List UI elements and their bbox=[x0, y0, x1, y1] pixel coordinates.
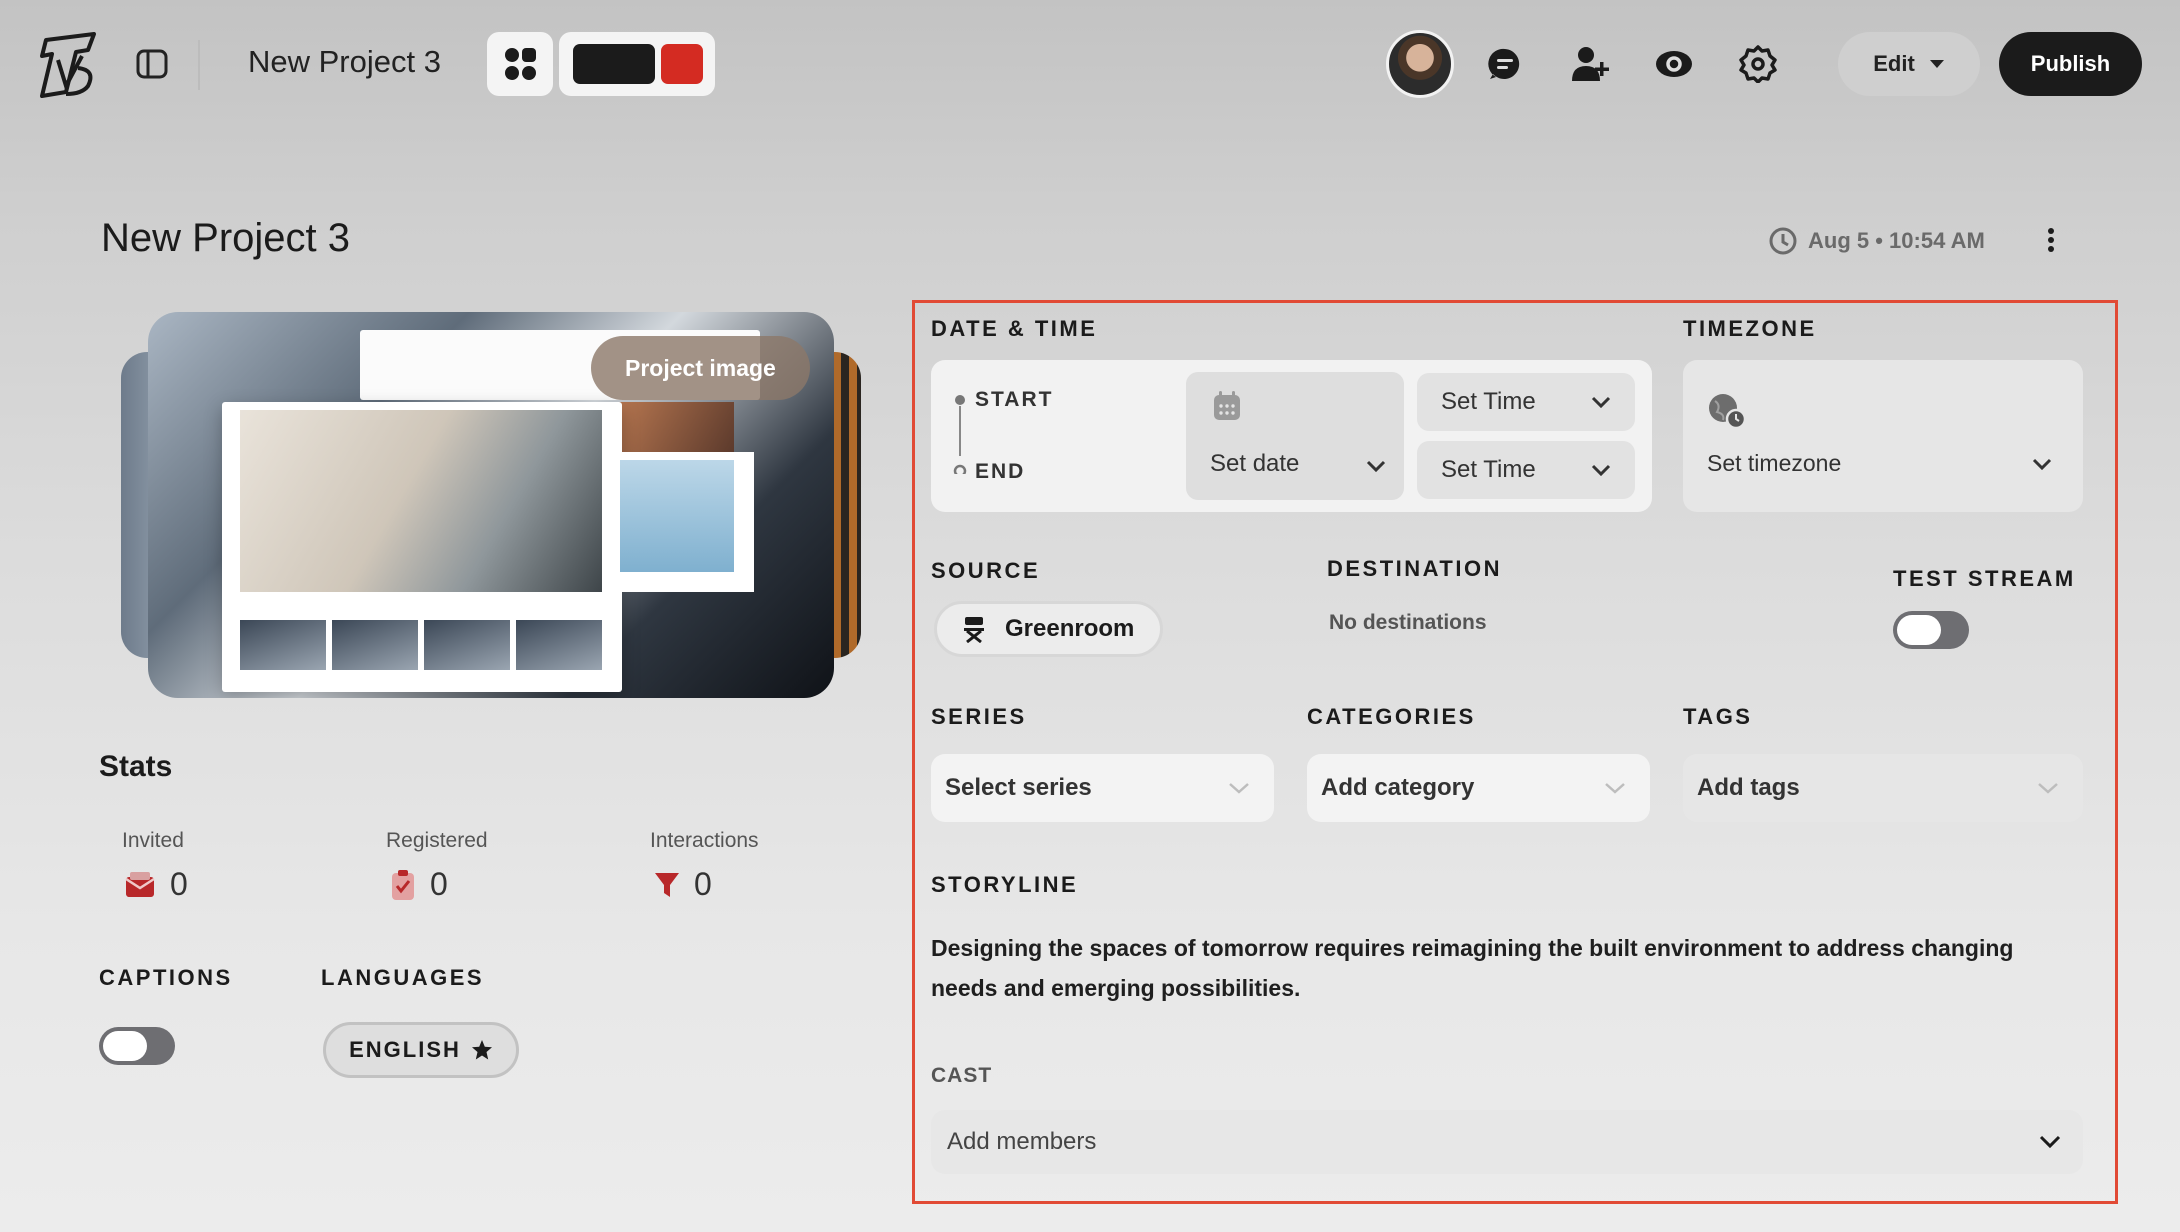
clock-icon bbox=[1769, 227, 1797, 255]
accent-color-swatch[interactable] bbox=[661, 44, 703, 84]
chat-icon[interactable] bbox=[1481, 40, 1529, 88]
mockup-thumb bbox=[614, 402, 734, 452]
timezone-label: TIMEZONE bbox=[1683, 316, 1817, 341]
calendar-icon bbox=[1214, 391, 1240, 420]
mockup-profile bbox=[614, 452, 754, 592]
chevron-down-icon bbox=[2032, 458, 2052, 470]
storyline-label: STORYLINE bbox=[931, 872, 1079, 897]
caret-down-icon bbox=[1929, 60, 1944, 68]
globe-clock-icon bbox=[1709, 394, 1747, 430]
series-label: SERIES bbox=[931, 704, 1027, 729]
layout-picker-button[interactable] bbox=[487, 32, 553, 96]
set-date-text: Set date bbox=[1210, 450, 1300, 477]
mockup-hero-image bbox=[240, 410, 602, 592]
cast-label: CAST bbox=[931, 1064, 993, 1087]
stat-interactions-value: 0 bbox=[694, 866, 712, 902]
page-title: New Project 3 bbox=[101, 216, 350, 260]
set-end-time-button[interactable]: Set Time bbox=[1417, 441, 1635, 499]
stat-invited-value: 0 bbox=[170, 866, 188, 902]
color-theme-picker[interactable] bbox=[559, 32, 715, 96]
chevron-down-icon bbox=[1229, 783, 1249, 794]
stat-registered-value: 0 bbox=[430, 866, 448, 902]
destination-label: DESTINATION bbox=[1327, 556, 1502, 581]
start-time-text: Set Time bbox=[1441, 388, 1536, 415]
chevron-down-icon bbox=[2039, 1135, 2061, 1149]
stat-invited-label: Invited bbox=[122, 829, 184, 852]
languages-label: LANGUAGES bbox=[321, 965, 485, 990]
chevron-down-icon bbox=[1591, 396, 1611, 408]
timestamp-text: Aug 5 • 10:54 AM bbox=[1808, 228, 1985, 253]
edit-label: Edit bbox=[1873, 51, 1915, 76]
date-time-label: DATE & TIME bbox=[931, 316, 1098, 341]
tags-label: TAGS bbox=[1683, 704, 1753, 729]
stat-invited: 0 bbox=[124, 866, 188, 903]
end-label: END bbox=[975, 460, 1026, 483]
edit-dropdown-button[interactable]: Edit bbox=[1838, 32, 1980, 96]
set-start-time-button[interactable]: Set Time bbox=[1417, 373, 1635, 431]
chevron-down-icon bbox=[2038, 783, 2058, 794]
category-select-text: Add category bbox=[1321, 774, 1475, 801]
cast-members-select[interactable]: Add members bbox=[931, 1110, 2083, 1174]
category-select[interactable]: Add category bbox=[1307, 754, 1650, 822]
chevron-down-icon bbox=[1591, 464, 1611, 476]
clipboard-check-icon bbox=[392, 869, 414, 900]
settings-gear-icon[interactable] bbox=[1734, 40, 1782, 88]
timezone-text: Set timezone bbox=[1707, 450, 1842, 476]
star-icon bbox=[471, 1040, 492, 1060]
mockup-thumb-row bbox=[240, 620, 602, 670]
more-options-icon[interactable] bbox=[2036, 222, 2066, 258]
preview-eye-icon[interactable] bbox=[1650, 40, 1698, 88]
mockup-page bbox=[222, 402, 622, 692]
project-image-card[interactable]: Project image bbox=[121, 312, 861, 698]
stat-interactions: 0 bbox=[654, 866, 712, 903]
cast-members-text: Add members bbox=[947, 1128, 1097, 1155]
timezone-select[interactable]: Set timezone bbox=[1683, 360, 2083, 512]
avatar[interactable] bbox=[1386, 30, 1454, 98]
stat-registered: 0 bbox=[390, 866, 448, 903]
series-select[interactable]: Select series bbox=[931, 754, 1274, 822]
funnel-icon bbox=[655, 872, 679, 897]
chevron-down-icon bbox=[1605, 783, 1625, 794]
project-image-button[interactable]: Project image bbox=[591, 336, 810, 400]
end-time-text: Set Time bbox=[1441, 456, 1536, 483]
mockup-portrait bbox=[620, 460, 734, 572]
chevron-down-icon bbox=[1366, 460, 1386, 472]
test-stream-label: TEST STREAM bbox=[1893, 566, 2076, 591]
set-date-button[interactable]: Set date bbox=[1186, 372, 1404, 500]
project-title[interactable]: New Project 3 bbox=[248, 44, 441, 80]
series-select-text: Select series bbox=[945, 774, 1092, 801]
last-edited-timestamp: Aug 5 • 10:54 AM bbox=[1768, 226, 1985, 256]
test-stream-toggle[interactable] bbox=[1893, 611, 1969, 649]
captions-label: CAPTIONS bbox=[99, 965, 233, 990]
start-label: START bbox=[975, 388, 1054, 411]
envelope-icon bbox=[125, 871, 155, 897]
director-chair-icon bbox=[964, 617, 984, 643]
app-logo[interactable] bbox=[36, 30, 102, 100]
source-label: SOURCE bbox=[931, 558, 1041, 583]
primary-color-swatch[interactable] bbox=[573, 44, 655, 84]
source-chip-label: Greenroom bbox=[1005, 615, 1135, 642]
language-chip-label: ENGLISH bbox=[349, 1037, 461, 1062]
stat-interactions-label: Interactions bbox=[650, 829, 759, 852]
storyline-text[interactable]: Designing the spaces of tomorrow require… bbox=[931, 928, 2081, 1008]
tags-select-text: Add tags bbox=[1697, 774, 1800, 801]
project-image: Project image bbox=[148, 312, 834, 698]
stats-heading: Stats bbox=[99, 750, 173, 783]
stat-registered-label: Registered bbox=[386, 829, 488, 852]
categories-label: CATEGORIES bbox=[1307, 704, 1476, 729]
source-chip-greenroom[interactable]: Greenroom bbox=[934, 601, 1164, 657]
start-end-timeline bbox=[953, 395, 967, 474]
layout-dots-icon bbox=[505, 48, 536, 80]
language-chip-english[interactable]: ENGLISH bbox=[323, 1022, 519, 1078]
publish-button[interactable]: Publish bbox=[1999, 32, 2142, 96]
captions-toggle[interactable] bbox=[99, 1027, 175, 1065]
destination-value: No destinations bbox=[1329, 611, 1487, 634]
tags-select[interactable]: Add tags bbox=[1683, 754, 2083, 822]
add-user-icon[interactable] bbox=[1566, 40, 1614, 88]
sidebar-toggle-icon[interactable] bbox=[132, 44, 172, 84]
toolbar-divider bbox=[198, 40, 200, 90]
